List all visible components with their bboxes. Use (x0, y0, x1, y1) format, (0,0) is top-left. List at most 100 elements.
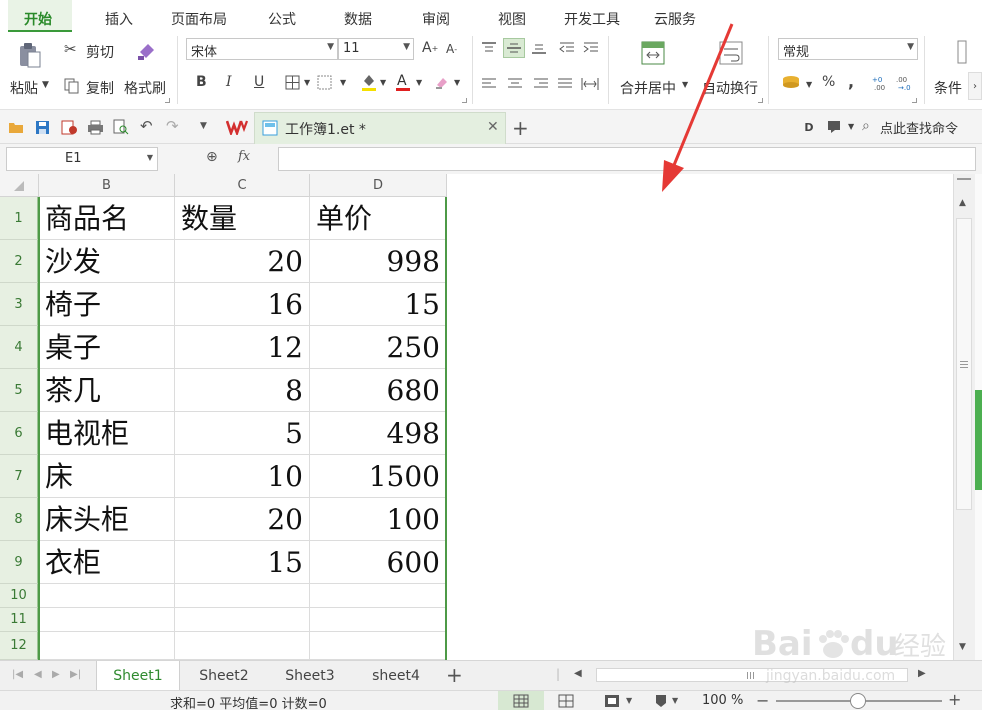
comment-icon[interactable] (826, 119, 844, 135)
row-header[interactable]: 6 (0, 412, 38, 455)
search-icon[interactable]: ⌕ (862, 118, 870, 134)
tab-review[interactable]: 审阅 (422, 9, 450, 29)
chevron-down-icon[interactable]: ▼ (848, 122, 854, 131)
cell-c1[interactable]: 数量 (175, 197, 310, 240)
comma-button[interactable]: , (848, 72, 854, 91)
copy-icon[interactable] (64, 78, 80, 94)
search-command-input[interactable]: 点此查找命令 (880, 118, 958, 137)
tab-cloud[interactable]: 云服务 (654, 9, 696, 29)
cell-d12[interactable] (310, 632, 447, 660)
row-header[interactable]: 9 (0, 541, 38, 584)
row-header[interactable]: 5 (0, 369, 38, 412)
row-header[interactable]: 7 (0, 455, 38, 498)
cell-c6[interactable]: 5 (175, 412, 310, 455)
split-handle-icon[interactable] (957, 178, 971, 180)
format-painter-icon[interactable] (134, 40, 160, 62)
next-sheet-icon[interactable]: ▶ (52, 669, 60, 680)
chevron-down-icon[interactable]: ▼ (380, 78, 386, 87)
new-tab-plus-icon[interactable]: + (512, 116, 529, 140)
cell-b4[interactable]: 桌子 (39, 326, 175, 369)
horizontal-scrollbar[interactable] (596, 668, 908, 682)
cell-d6[interactable]: 498 (310, 412, 447, 455)
scroll-up-icon[interactable]: ▲ (959, 198, 966, 208)
increase-indent-icon[interactable] (582, 40, 600, 56)
chevron-down-icon[interactable]: ▼ (806, 80, 812, 89)
chevron-down-icon[interactable]: ▼ (304, 78, 310, 87)
bold-button[interactable]: B (196, 74, 207, 90)
cell-d1[interactable]: 单价 (310, 197, 447, 240)
row-header[interactable]: 3 (0, 283, 38, 326)
formula-input[interactable] (278, 147, 976, 171)
column-header-b[interactable]: B (39, 174, 175, 197)
row-header[interactable]: 8 (0, 498, 38, 541)
cell-d9[interactable]: 600 (310, 541, 447, 584)
cell-d8[interactable]: 100 (310, 498, 447, 541)
align-bottom-icon[interactable] (530, 40, 548, 56)
scissors-icon[interactable]: ✂ (64, 40, 77, 58)
eye-protection-icon[interactable] (654, 693, 668, 709)
increase-decimal-icon[interactable]: +0.00 (872, 74, 890, 92)
last-sheet-icon[interactable]: ▶| (70, 669, 81, 680)
merge-center-button[interactable]: 合并居中 (620, 78, 676, 98)
page-break-view-icon[interactable] (558, 694, 574, 708)
wps-logo-icon[interactable] (226, 118, 248, 136)
font-launcher-icon[interactable] (462, 98, 467, 103)
cell-b12[interactable] (39, 632, 175, 660)
cut-button[interactable]: 剪切 (86, 42, 114, 62)
align-right-icon[interactable] (532, 76, 550, 92)
cell-b1[interactable]: 商品名 (39, 197, 175, 240)
undo-icon[interactable]: ↶ (140, 117, 153, 135)
row-header[interactable]: 11 (0, 608, 38, 632)
conditional-format-icon[interactable] (956, 40, 968, 64)
paste-icon[interactable] (14, 40, 46, 70)
side-panel-toggle-icon[interactable] (975, 390, 982, 490)
sheet-tab-sheet3[interactable]: Sheet3 (268, 661, 352, 691)
cell-b3[interactable]: 椅子 (39, 283, 175, 326)
save-icon[interactable] (34, 119, 50, 135)
distribute-icon[interactable] (580, 76, 600, 92)
name-box[interactable]: E1 ▼ (6, 147, 158, 171)
row-header[interactable]: 12 (0, 632, 38, 660)
cell-c12[interactable] (175, 632, 310, 660)
chevron-down-icon[interactable]: ▼ (626, 696, 632, 705)
cell-c11[interactable] (175, 608, 310, 632)
zoom-out-icon[interactable]: − (756, 691, 769, 710)
zoom-slider-thumb[interactable] (850, 693, 866, 709)
cell-d2[interactable]: 998 (310, 240, 447, 283)
customize-qat-icon[interactable]: ▼ (200, 121, 207, 131)
font-name-select[interactable]: 宋体 ▼ (186, 38, 338, 60)
cell-d5[interactable]: 680 (310, 369, 447, 412)
tab-splitter-icon[interactable]: | (556, 667, 560, 681)
select-all-corner[interactable] (0, 174, 39, 197)
cell-c8[interactable]: 20 (175, 498, 310, 541)
cell-c10[interactable] (175, 584, 310, 608)
print-icon[interactable] (86, 119, 104, 135)
decrease-decimal-icon[interactable]: .00 →.0 (896, 74, 914, 92)
wrap-text-button[interactable]: 自动换行 (702, 78, 758, 98)
column-header-c[interactable]: C (175, 174, 310, 197)
conditional-format-button[interactable]: 条件 (934, 78, 962, 98)
percent-button[interactable]: % (822, 74, 835, 90)
format-painter-button[interactable]: 格式刷 (124, 78, 166, 98)
column-header-d[interactable]: D (310, 174, 447, 197)
decrease-indent-icon[interactable] (558, 40, 576, 56)
tab-view[interactable]: 视图 (498, 9, 526, 29)
paste-dropdown-icon[interactable]: ▼ (42, 80, 49, 90)
alignment-launcher-icon[interactable] (758, 98, 763, 103)
close-icon[interactable]: ✕ (487, 119, 499, 135)
fx-button[interactable]: fx (238, 149, 250, 164)
cell-c4[interactable]: 12 (175, 326, 310, 369)
open-folder-icon[interactable] (8, 119, 24, 135)
collapse-ribbon-icon[interactable]: D (802, 120, 816, 134)
increase-font-icon[interactable]: A + (422, 40, 438, 56)
tab-developer[interactable]: 开发工具 (564, 9, 620, 29)
font-color-icon[interactable]: A (394, 72, 412, 92)
sheet-tab-sheet2[interactable]: Sheet2 (182, 661, 266, 691)
number-launcher-icon[interactable] (912, 98, 917, 103)
cell-b5[interactable]: 茶几 (39, 369, 175, 412)
cell-b11[interactable] (39, 608, 175, 632)
align-center-icon[interactable] (506, 76, 524, 92)
row-header[interactable]: 4 (0, 326, 38, 369)
cell-d10[interactable] (310, 584, 447, 608)
currency-icon[interactable] (780, 74, 802, 92)
